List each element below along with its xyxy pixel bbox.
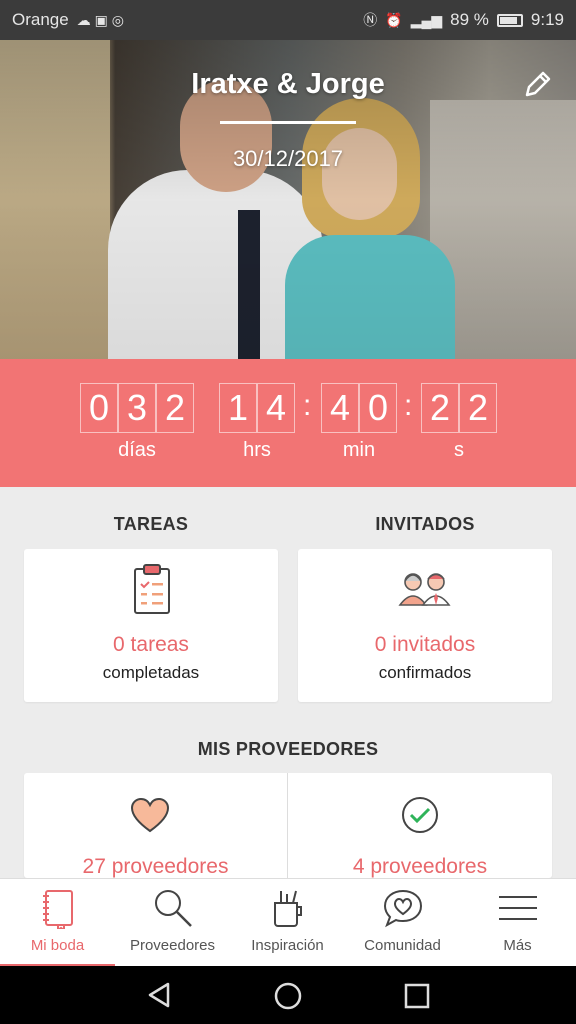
digit: 2: [459, 383, 497, 433]
tasks-card[interactable]: 0 tareas completadas: [24, 549, 278, 702]
notebook-icon: [37, 887, 79, 932]
name-divider: [220, 121, 356, 124]
search-icon: [152, 887, 194, 929]
digit: 0: [359, 383, 397, 433]
home-icon[interactable]: [274, 982, 302, 1015]
minutes-digits: 4 0: [321, 383, 397, 433]
digit: 0: [80, 383, 118, 433]
system-nav-bar: [0, 966, 576, 1024]
digit: 4: [321, 383, 359, 433]
clipboard-icon: [132, 563, 172, 620]
nav-label: Más: [503, 937, 532, 954]
menu-icon: [497, 887, 539, 929]
status-bar: Orange ☁ ▣ ◎ Ⓝ ⏰ ▂▄▆ 89 % 9:19: [0, 0, 576, 40]
favorite-vendors[interactable]: 27 proveedores: [24, 773, 287, 878]
time-separator: :: [404, 389, 413, 422]
time-separator: :: [303, 389, 312, 422]
carrier-label: Orange: [12, 10, 69, 29]
nav-label: Proveedores: [129, 937, 216, 954]
back-icon[interactable]: [146, 982, 172, 1013]
check-circle-icon: [400, 795, 440, 840]
nav-proveedores[interactable]: Proveedores: [115, 879, 230, 967]
nav-label: Mi boda: [30, 937, 85, 954]
tasks-sub: completadas: [102, 663, 200, 682]
nav-comunidad[interactable]: Comunidad: [345, 879, 460, 967]
countdown: 0 3 2 1 4 : 4 0 : 2 2 días hrs min s: [0, 359, 576, 487]
bottom-nav: Mi boda Proveedores Inspiración Comunida…: [0, 878, 576, 967]
days-digits: 0 3 2: [80, 383, 194, 433]
hired-vendors-count: 4 proveedores: [352, 855, 488, 878]
wedding-date: 30/12/2017: [232, 146, 344, 171]
hours-digits: 1 4: [219, 383, 295, 433]
tasks-title: TAREAS: [113, 514, 189, 534]
heart-icon: [130, 797, 170, 838]
seconds-digits: 2 2: [421, 383, 497, 433]
hired-vendors[interactable]: 4 proveedores: [288, 773, 552, 878]
nav-label: Inspiración: [251, 937, 324, 954]
nav-label: Comunidad: [364, 937, 441, 954]
nav-mas[interactable]: Más: [460, 879, 575, 967]
guests-sub: confirmados: [378, 663, 472, 682]
guests-icon: [398, 571, 452, 612]
digit: 2: [156, 383, 194, 433]
guests-title: INVITADOS: [375, 514, 475, 534]
seconds-label: s: [454, 439, 464, 461]
guests-card[interactable]: 0 invitados confirmados: [298, 549, 552, 702]
battery-percent: 89 %: [450, 10, 489, 29]
digit: 3: [118, 383, 156, 433]
notification-icons: ☁ ▣ ◎: [76, 11, 124, 28]
battery-icon: [496, 13, 523, 27]
vendors-card: 27 proveedores 4 proveedores: [24, 773, 552, 878]
days-label: días: [118, 439, 156, 461]
edit-pencil-icon[interactable]: [522, 68, 554, 100]
couple-name: Iratxe & Jorge: [191, 68, 385, 100]
chat-heart-icon: [382, 887, 424, 929]
nav-mi-boda[interactable]: Mi boda: [0, 879, 115, 967]
minutes-label: min: [342, 439, 376, 461]
signal-icon: ▂▄▆: [410, 11, 443, 28]
recents-icon[interactable]: [404, 983, 430, 1014]
guests-count: 0 invitados: [374, 633, 476, 656]
cup-icon: [267, 887, 309, 929]
clock: 9:19: [530, 10, 564, 29]
hours-label: hrs: [243, 439, 271, 461]
alarm-icon: ⏰: [385, 11, 403, 28]
tasks-count: 0 tareas: [113, 633, 189, 656]
nav-inspiracion[interactable]: Inspiración: [230, 879, 345, 967]
vendors-title: MIS PROVEEDORES: [197, 739, 379, 759]
digit: 1: [219, 383, 257, 433]
digit: 4: [257, 383, 295, 433]
favorite-vendors-count: 27 proveedores: [82, 855, 229, 878]
couple-photo[interactable]: Iratxe & Jorge 30/12/2017: [0, 40, 576, 359]
nfc-icon: Ⓝ: [363, 12, 378, 28]
digit: 2: [421, 383, 459, 433]
